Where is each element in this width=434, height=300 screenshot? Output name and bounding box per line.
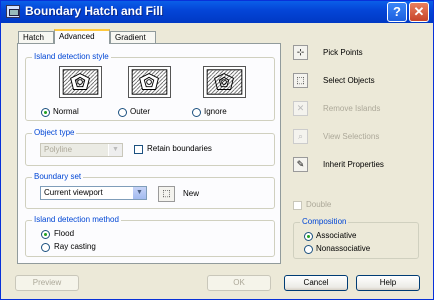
object-type-group: Object type Polyline ▼ Retain boundaries bbox=[25, 128, 275, 166]
tab-hatch[interactable]: Hatch bbox=[18, 31, 54, 43]
double-label[interactable]: Double bbox=[306, 200, 331, 210]
window-title: Boundary Hatch and Fill bbox=[25, 4, 164, 18]
boundary-set-select[interactable]: Current viewport ▼ bbox=[40, 186, 147, 200]
new-boundary-set-icon: ⬚ bbox=[162, 188, 171, 198]
title-bar[interactable]: Boundary Hatch and Fill ? ✕ bbox=[1, 1, 433, 23]
outer-style-icon bbox=[131, 69, 168, 95]
radio-nonassociative[interactable] bbox=[304, 245, 313, 254]
help-title-button[interactable]: ? bbox=[387, 2, 407, 22]
radio-flood-label[interactable]: Flood bbox=[54, 229, 74, 239]
inherit-properties-button[interactable]: ✎ bbox=[293, 157, 308, 172]
close-button[interactable]: ✕ bbox=[409, 2, 429, 22]
app-icon bbox=[6, 5, 20, 18]
radio-outer[interactable] bbox=[118, 108, 127, 117]
object-type-legend: Object type bbox=[32, 128, 77, 138]
ok-button[interactable]: OK bbox=[207, 275, 271, 291]
radio-outer-label[interactable]: Outer bbox=[130, 107, 150, 117]
pick-points-label[interactable]: Pick Points bbox=[323, 48, 363, 58]
island-style-group: Island detection style Normal Outer Igno… bbox=[25, 52, 275, 121]
select-objects-button[interactable]: ⬚ bbox=[293, 73, 308, 88]
select-objects-label[interactable]: Select Objects bbox=[323, 76, 375, 86]
inherit-properties-icon: ✎ bbox=[296, 159, 305, 169]
radio-normal-label[interactable]: Normal bbox=[53, 107, 79, 117]
outer-style-preview[interactable] bbox=[128, 66, 171, 98]
chevron-down-icon: ▼ bbox=[132, 187, 146, 199]
island-style-legend: Island detection style bbox=[32, 52, 111, 62]
retain-boundaries-checkbox[interactable] bbox=[134, 145, 143, 154]
radio-associative[interactable] bbox=[304, 232, 313, 241]
radio-ray-casting-label[interactable]: Ray casting bbox=[54, 242, 96, 252]
advanced-tab-panel: Island detection style Normal Outer Igno… bbox=[17, 43, 281, 264]
remove-islands-icon: ✕ bbox=[296, 103, 305, 113]
normal-style-preview[interactable] bbox=[59, 66, 102, 98]
boundary-set-group: Boundary set Current viewport ▼ ⬚ New bbox=[25, 172, 275, 209]
radio-associative-label[interactable]: Associative bbox=[316, 231, 356, 241]
remove-islands-button[interactable]: ✕ bbox=[293, 101, 308, 116]
tab-advanced[interactable]: Advanced bbox=[54, 29, 110, 44]
inherit-properties-label[interactable]: Inherit Properties bbox=[323, 160, 384, 170]
retain-boundaries-label[interactable]: Retain boundaries bbox=[147, 144, 212, 154]
chevron-down-icon: ▼ bbox=[108, 144, 122, 156]
double-checkbox[interactable] bbox=[293, 201, 302, 210]
normal-style-icon bbox=[62, 69, 99, 95]
boundary-set-legend: Boundary set bbox=[32, 172, 84, 182]
pick-points-icon: ⊹ bbox=[296, 47, 305, 57]
radio-ignore[interactable] bbox=[192, 108, 201, 117]
view-selections-button[interactable]: ⌕ bbox=[293, 129, 308, 144]
detection-method-legend: Island detection method bbox=[32, 215, 121, 225]
select-objects-icon: ⬚ bbox=[296, 75, 305, 85]
object-type-value: Polyline bbox=[44, 145, 73, 154]
composition-legend: Composition bbox=[300, 217, 349, 227]
ignore-style-preview[interactable] bbox=[203, 66, 246, 98]
preview-button[interactable]: Preview bbox=[15, 275, 79, 291]
object-type-select[interactable]: Polyline ▼ bbox=[40, 143, 123, 157]
tab-gradient[interactable]: Gradient bbox=[110, 31, 156, 43]
radio-ignore-label[interactable]: Ignore bbox=[204, 107, 227, 117]
radio-normal[interactable] bbox=[41, 108, 50, 117]
radio-nonassociative-label[interactable]: Nonassociative bbox=[316, 244, 370, 254]
remove-islands-label[interactable]: Remove Islands bbox=[323, 104, 380, 114]
view-selections-icon: ⌕ bbox=[297, 131, 304, 141]
boundary-hatch-dialog: Boundary Hatch and Fill ? ✕ Hatch Advanc… bbox=[0, 0, 434, 300]
boundary-set-value: Current viewport bbox=[44, 188, 103, 197]
detection-method-group: Island detection method Flood Ray castin… bbox=[25, 215, 275, 257]
help-button[interactable]: Help bbox=[356, 275, 420, 291]
composition-group: Composition Associative Nonassociative bbox=[293, 217, 419, 259]
radio-flood[interactable] bbox=[41, 230, 50, 239]
new-boundary-set-label: New bbox=[183, 189, 200, 198]
view-selections-label[interactable]: View Selections bbox=[323, 132, 379, 142]
ignore-style-icon bbox=[206, 69, 243, 95]
new-boundary-set-button[interactable]: ⬚ bbox=[158, 186, 175, 202]
cancel-button[interactable]: Cancel bbox=[284, 275, 348, 291]
radio-ray-casting[interactable] bbox=[41, 243, 50, 252]
pick-points-button[interactable]: ⊹ bbox=[293, 45, 308, 60]
